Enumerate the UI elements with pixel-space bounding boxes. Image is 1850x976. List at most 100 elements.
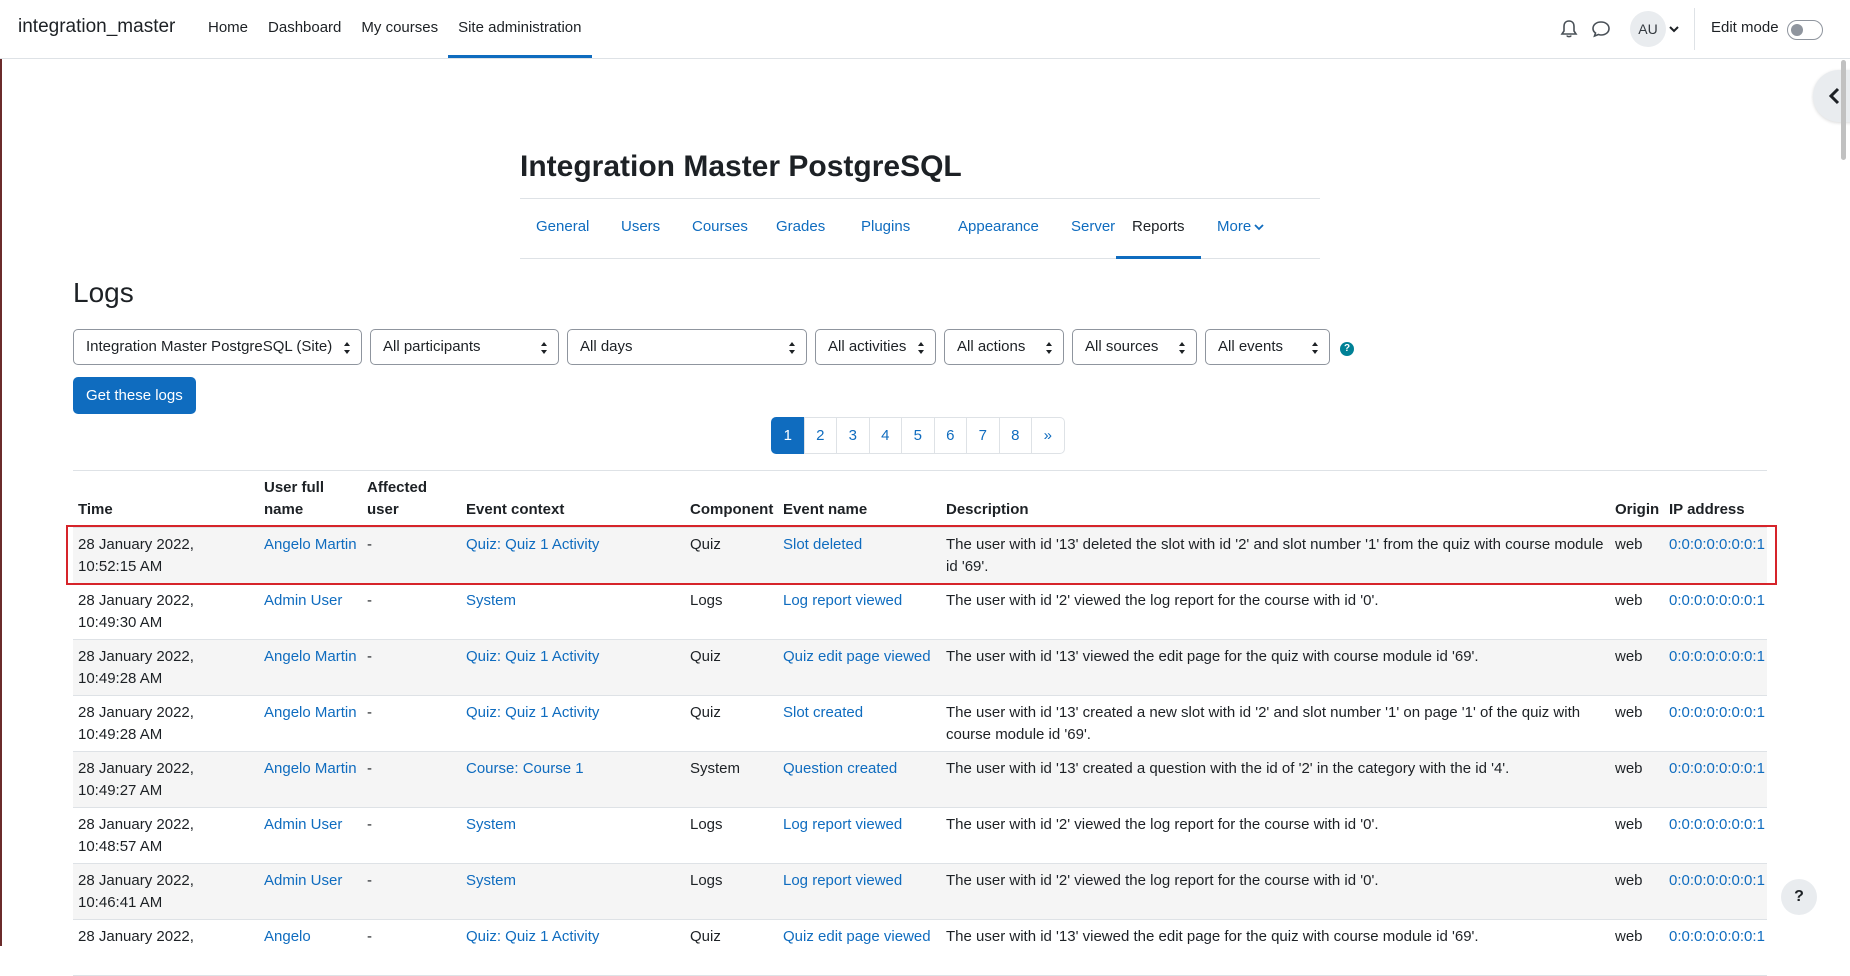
nav-site-administration[interactable]: Site administration [448,0,592,58]
edit-mode-toggle[interactable] [1787,20,1823,40]
cell-time: 28 January 2022, 10:52:15 AM [73,527,259,584]
tab-reports[interactable]: Reports [1116,199,1201,259]
cell-affected-user: - [362,527,461,584]
cell-user-link[interactable]: Admin User [264,592,342,609]
cell-user-link[interactable]: Angelo [264,928,311,945]
actions-select-value: All actions [957,338,1026,355]
question-circle-icon[interactable]: ? [1340,342,1354,356]
column-header-description[interactable]: Description [941,470,1610,528]
site-brand[interactable]: integration_master [18,16,175,38]
cell-event-context-link[interactable]: Quiz: Quiz 1 Activity [466,648,599,665]
tab-users[interactable]: Users [605,199,676,259]
cell-ip-link[interactable]: 0:0:0:0:0:0:0:1 [1669,536,1765,553]
pagination: 1 2 3 4 5 6 7 8 » [771,417,1065,454]
cell-event-name-link[interactable]: Slot deleted [783,536,862,553]
page-scrollbar-thumb[interactable] [1841,60,1846,160]
chevron-down-icon[interactable] [1668,24,1680,34]
cell-user-link[interactable]: Angelo Martin [264,536,357,553]
cell-event-name-link[interactable]: Log report viewed [783,816,902,833]
nav-my-courses[interactable]: My courses [351,0,448,58]
tab-general[interactable]: General [520,199,605,259]
column-header-user-full-name[interactable]: User full name [259,470,362,528]
events-select[interactable]: All events [1205,329,1330,365]
top-navbar: integration_master Home Dashboard My cou… [0,0,1850,59]
page-6[interactable]: 6 [933,417,967,454]
tab-plugins[interactable]: Plugins [845,199,926,259]
site-select-value: Integration Master PostgreSQL (Site) [86,338,333,355]
table-header-row: Time User full name Affected user Event … [73,470,1767,528]
page-4[interactable]: 4 [868,417,902,454]
column-header-event-context[interactable]: Event context [461,470,685,528]
cell-user-link[interactable]: Angelo Martin [264,760,357,777]
cell-event-context-link[interactable]: Quiz: Quiz 1 Activity [466,536,599,553]
get-these-logs-button[interactable]: Get these logs [73,377,196,414]
cell-component: Quiz [685,639,778,696]
page-2[interactable]: 2 [803,417,837,454]
page-8[interactable]: 8 [998,417,1032,454]
cell-affected-user: - [362,751,461,808]
cell-event-name-link[interactable]: Log report viewed [783,592,902,609]
column-header-event-name[interactable]: Event name [778,470,941,528]
cell-event-name-link[interactable]: Slot created [783,704,863,721]
logs-heading: Logs [73,277,134,308]
cell-event-context-link[interactable]: Quiz: Quiz 1 Activity [466,704,599,721]
cell-origin: web [1610,527,1664,584]
cell-event-context-link[interactable]: Quiz: Quiz 1 Activity [466,928,599,945]
page-7[interactable]: 7 [966,417,1000,454]
page-1[interactable]: 1 [771,417,805,454]
page-5[interactable]: 5 [901,417,935,454]
cell-event-name-link[interactable]: Quiz edit page viewed [783,928,931,945]
tab-appearance[interactable]: Appearance [942,199,1055,259]
cell-user-link[interactable]: Admin User [264,872,342,889]
cell-user-link[interactable]: Angelo Martin [264,704,357,721]
floating-help-button[interactable]: ? [1781,879,1817,915]
column-header-origin[interactable]: Origin [1610,470,1664,528]
cell-ip-link[interactable]: 0:0:0:0:0:0:0:1 [1669,816,1765,833]
sources-select-value: All sources [1085,338,1159,355]
cell-ip-link[interactable]: 0:0:0:0:0:0:0:1 [1669,760,1765,777]
cell-user-link[interactable]: Angelo Martin [264,648,357,665]
nav-home[interactable]: Home [198,0,258,58]
activities-select[interactable]: All activities [815,329,936,365]
cell-event-context-link[interactable]: System [466,592,516,609]
cell-ip-link[interactable]: 0:0:0:0:0:0:0:1 [1669,704,1765,721]
select-arrows-icon [344,342,350,354]
sources-select[interactable]: All sources [1072,329,1197,365]
days-select[interactable]: All days [567,329,807,365]
actions-select[interactable]: All actions [944,329,1064,365]
page-title: Integration Master PostgreSQL [520,150,962,183]
cell-ip-link[interactable]: 0:0:0:0:0:0:0:1 [1669,872,1765,889]
column-header-time[interactable]: Time [73,470,259,528]
cell-event-context-link[interactable]: System [466,816,516,833]
cell-ip-link[interactable]: 0:0:0:0:0:0:0:1 [1669,928,1765,945]
cell-time: 28 January 2022, [73,919,259,976]
cell-description: The user with id '13' created a question… [941,751,1610,808]
cell-origin: web [1610,583,1664,640]
cell-event-context-link[interactable]: Course: Course 1 [466,760,584,777]
cell-event-name-link[interactable]: Question created [783,760,897,777]
table-row: 28 January 2022, 10:49:27 AM Angelo Mart… [73,751,1767,808]
events-select-value: All events [1218,338,1284,355]
table-row: 28 January 2022, 10:46:41 AM Admin User … [73,863,1767,920]
page-3[interactable]: 3 [836,417,870,454]
nav-dashboard[interactable]: Dashboard [258,0,351,58]
column-header-ip-address[interactable]: IP address [1664,470,1767,528]
chat-icon[interactable] [1591,19,1611,39]
cell-ip-link[interactable]: 0:0:0:0:0:0:0:1 [1669,592,1765,609]
column-header-affected-user[interactable]: Affected user [362,470,461,528]
participants-select[interactable]: All participants [370,329,559,365]
tab-more[interactable]: More [1201,199,1280,259]
cell-event-name-link[interactable]: Quiz edit page viewed [783,648,931,665]
cell-ip-link[interactable]: 0:0:0:0:0:0:0:1 [1669,648,1765,665]
cell-event-context-link[interactable]: System [466,872,516,889]
column-header-component[interactable]: Component [685,470,778,528]
cell-event-name-link[interactable]: Log report viewed [783,872,902,889]
user-avatar[interactable]: AU [1630,11,1666,47]
cell-component: Logs [685,583,778,640]
tab-courses[interactable]: Courses [676,199,764,259]
bell-icon[interactable] [1560,19,1578,39]
next-page-button[interactable]: » [1031,417,1065,454]
site-select[interactable]: Integration Master PostgreSQL (Site) [73,329,362,365]
cell-user-link[interactable]: Admin User [264,816,342,833]
tab-grades[interactable]: Grades [760,199,841,259]
